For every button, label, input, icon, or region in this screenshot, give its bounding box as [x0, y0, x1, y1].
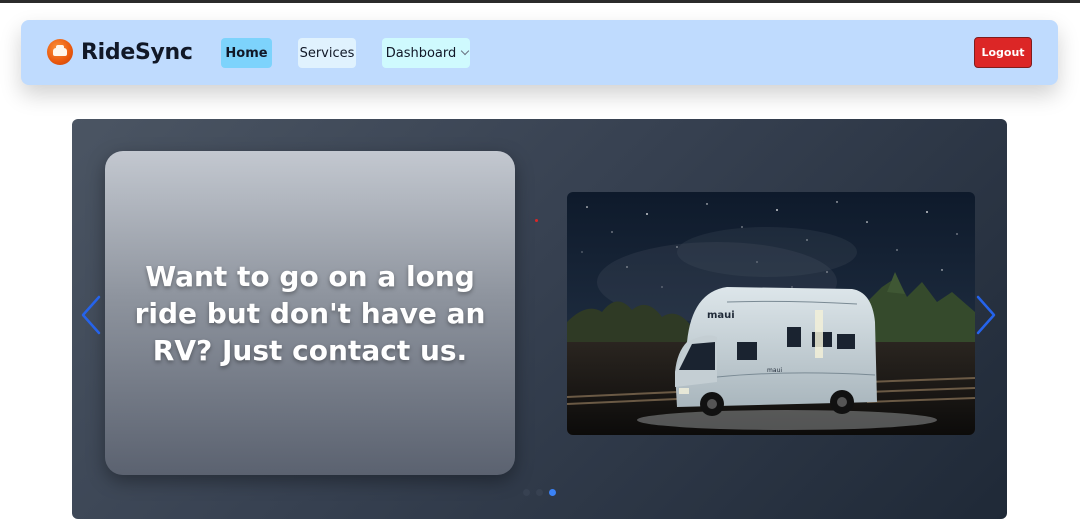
slide-text-card: Want to go on a long ride but don't have…: [105, 151, 515, 475]
carousel-indicator-2[interactable]: [536, 489, 543, 496]
nav-home-label: Home: [225, 45, 268, 61]
decorative-dot: [535, 219, 538, 222]
navbar: RideSync Home Services Dashboard Logout: [21, 20, 1058, 85]
logout-button[interactable]: Logout: [974, 37, 1032, 68]
brand[interactable]: RideSync: [47, 39, 193, 65]
nav-services-label: Services: [299, 45, 355, 61]
rv-camper-image: maui maui: [567, 192, 975, 435]
nav-services-button[interactable]: Services: [298, 38, 356, 68]
carousel-prev-button[interactable]: [80, 295, 102, 335]
chevron-right-icon: [976, 295, 996, 335]
car-logo-icon: [47, 39, 73, 65]
carousel-indicator-3[interactable]: [549, 489, 556, 496]
carousel-indicators: [523, 489, 556, 496]
nav-home-button[interactable]: Home: [221, 38, 272, 68]
slide-headline: Want to go on a long ride but don't have…: [134, 259, 486, 367]
logout-label: Logout: [981, 46, 1025, 59]
hero-carousel: Want to go on a long ride but don't have…: [72, 119, 1007, 519]
brand-name: RideSync: [81, 39, 193, 65]
carousel-indicator-1[interactable]: [523, 489, 530, 496]
nav-dashboard-dropdown[interactable]: Dashboard: [382, 38, 470, 68]
svg-text:maui: maui: [707, 310, 735, 321]
chevron-left-icon: [81, 295, 101, 335]
chevron-down-icon: [461, 46, 470, 55]
carousel-next-button[interactable]: [975, 295, 997, 335]
browser-top-edge: [0, 0, 1080, 3]
svg-text:maui: maui: [767, 367, 782, 374]
nav-dashboard-label: Dashboard: [385, 45, 457, 61]
